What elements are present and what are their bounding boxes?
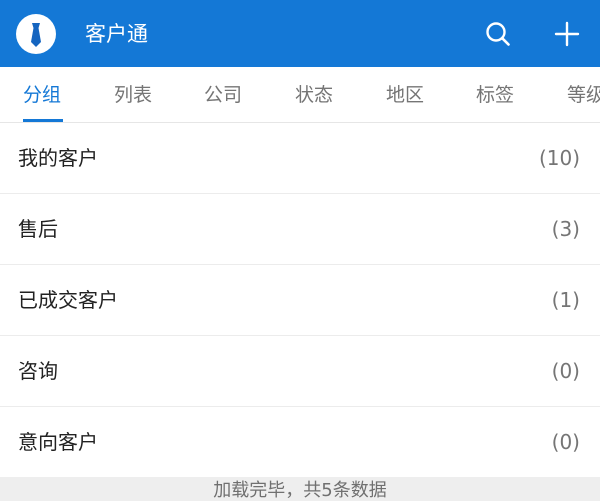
- add-customer-button[interactable]: [550, 17, 584, 51]
- group-row-my-customers[interactable]: 我的客户 (10): [0, 123, 600, 194]
- group-row-inquiry[interactable]: 咨询 (0): [0, 336, 600, 407]
- tab-region[interactable]: 地区: [386, 84, 424, 106]
- group-count: (0): [551, 359, 580, 383]
- group-row-prospects[interactable]: 意向客户 (0): [0, 407, 600, 477]
- tab-status[interactable]: 状态: [295, 84, 333, 106]
- app-screen: 客户通 分组 列表 公司 状态 地区 标签 等级 我的客户 (10): [0, 0, 600, 501]
- search-icon: [486, 22, 510, 46]
- group-label: 我的客户: [18, 146, 98, 170]
- active-tab-indicator: [23, 119, 63, 122]
- group-count: (1): [551, 288, 580, 312]
- search-button[interactable]: [481, 17, 515, 51]
- group-list: 我的客户 (10) 售后 (3) 已成交客户 (1) 咨询 (0) 意向客户 (…: [0, 123, 600, 477]
- load-status-footer: 加载完毕，共5条数据: [0, 477, 600, 501]
- tab-bar: 分组 列表 公司 状态 地区 标签 等级: [0, 67, 600, 123]
- group-count: (10): [538, 146, 580, 170]
- app-header: 客户通: [0, 0, 600, 67]
- group-count: (3): [551, 217, 580, 241]
- plus-icon: [554, 21, 580, 47]
- app-title: 客户通: [85, 22, 148, 46]
- group-label: 意向客户: [18, 430, 98, 454]
- necktie-icon: [31, 23, 41, 47]
- group-row-closed-deals[interactable]: 已成交客户 (1): [0, 265, 600, 336]
- group-label: 咨询: [18, 359, 58, 383]
- tab-level[interactable]: 等级: [567, 84, 600, 106]
- group-label: 售后: [18, 217, 58, 241]
- tab-tags[interactable]: 标签: [476, 84, 514, 106]
- tab-groups[interactable]: 分组: [23, 84, 61, 106]
- tab-company[interactable]: 公司: [204, 84, 242, 106]
- group-count: (0): [551, 430, 580, 454]
- tab-list[interactable]: 列表: [114, 84, 152, 106]
- app-logo: [16, 14, 56, 54]
- group-label: 已成交客户: [18, 288, 118, 312]
- group-row-after-sales[interactable]: 售后 (3): [0, 194, 600, 265]
